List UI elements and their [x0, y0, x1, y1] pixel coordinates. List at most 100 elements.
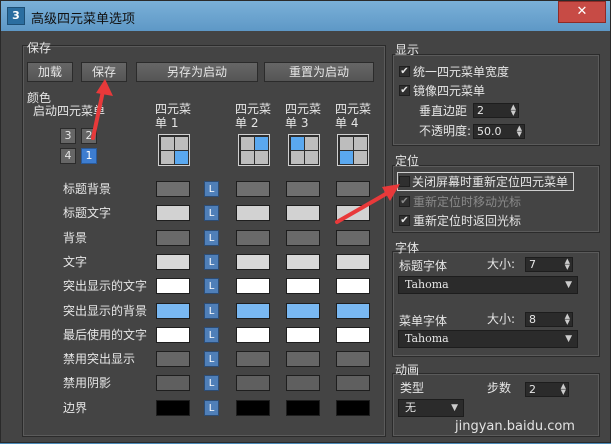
color-swatch-quad-3[interactable] [286, 351, 320, 368]
color-swatch-quad-1[interactable] [156, 399, 190, 416]
title-size-spinner[interactable]: 7 ▲ ▼ [525, 257, 573, 272]
title-bar[interactable]: 3 高级四元菜单选项 ✕ [1, 1, 610, 31]
color-swatch-quad-3[interactable] [286, 278, 320, 295]
quad-3-layout-icon [288, 134, 320, 166]
startup-quad-3-button[interactable]: 3 [60, 128, 76, 144]
color-swatch-quad-4[interactable] [336, 326, 370, 343]
link-colors-button[interactable]: L [204, 205, 219, 222]
color-swatch-quad-3[interactable] [286, 229, 320, 246]
mirror-label: 镜像四元菜单 [413, 84, 486, 98]
color-swatch-quad-1[interactable] [156, 205, 190, 222]
color-swatch-quad-1[interactable] [156, 278, 190, 295]
color-swatch-quad-2[interactable] [236, 229, 270, 246]
color-row-label: 标题文字 [63, 206, 112, 221]
color-swatch-quad-1[interactable] [156, 181, 190, 197]
reposition-move-cursor-checkbox[interactable]: ✔ [399, 196, 410, 207]
color-swatch-quad-1[interactable] [156, 253, 190, 270]
menu-size-label: 大小: [487, 312, 516, 326]
color-swatch-quad-1[interactable] [156, 351, 190, 368]
reposition-move-cursor-label: 重新定位时移动光标 [413, 195, 522, 209]
color-swatch-quad-3[interactable] [286, 205, 320, 222]
color-swatch-quad-4[interactable] [336, 399, 370, 416]
save-as-startup-button[interactable]: 另存为启动 [136, 62, 258, 82]
color-row-label: 突出显示的背景 [63, 303, 148, 318]
color-swatch-quad-3[interactable] [286, 181, 320, 197]
menu-font-label: 菜单字体 [399, 314, 448, 328]
color-swatch-quad-4[interactable] [336, 351, 370, 368]
color-row-label: 突出显示的文字 [63, 279, 148, 294]
color-swatch-quad-4[interactable] [336, 302, 370, 319]
color-swatch-quad-4[interactable] [336, 229, 370, 246]
animation-steps-spinner[interactable]: 2 ▲ ▼ [525, 382, 569, 397]
title-size-label: 大小: [487, 257, 516, 271]
reposition-return-cursor-label: 重新定位时返回光标 [413, 214, 522, 228]
opacity-spinner[interactable]: 50.0 ▲ ▼ [473, 124, 525, 139]
color-swatch-quad-2[interactable] [236, 351, 270, 368]
color-swatch-quad-2[interactable] [236, 326, 270, 343]
color-swatch-quad-1[interactable] [156, 229, 190, 246]
color-swatch-quad-4[interactable] [336, 253, 370, 270]
color-swatch-quad-1[interactable] [156, 302, 190, 319]
save-button[interactable]: 保存 [81, 62, 127, 82]
color-swatch-quad-1[interactable] [156, 375, 190, 392]
uniform-width-checkbox[interactable]: ✔ [399, 66, 410, 77]
link-colors-button[interactable]: L [204, 351, 219, 368]
color-swatch-quad-3[interactable] [286, 375, 320, 392]
color-swatch-quad-3[interactable] [286, 399, 320, 416]
startup-quad-1-button[interactable]: 1 [81, 148, 97, 164]
color-swatch-quad-2[interactable] [236, 181, 270, 197]
animation-type-dropdown[interactable]: 无 ▼ [398, 399, 464, 417]
menu-size-spinner[interactable]: 8 ▲ ▼ [525, 312, 573, 327]
close-button[interactable]: ✕ [558, 1, 606, 23]
column-header-quad-2: 四元菜单 2 [235, 102, 272, 130]
color-swatch-quad-4[interactable] [336, 375, 370, 392]
column-header-quad-3: 四元菜单 3 [285, 102, 322, 130]
link-colors-button[interactable]: L [204, 326, 219, 343]
app-icon: 3 [7, 7, 25, 25]
color-row-label: 文字 [63, 254, 88, 269]
startup-quad-2-button[interactable]: 2 [81, 128, 97, 144]
link-colors-button[interactable]: L [204, 229, 219, 246]
vertical-margin-label: 垂直边距 [419, 104, 468, 118]
color-swatch-quad-4[interactable] [336, 181, 370, 197]
color-row-label: 禁用突出显示 [63, 352, 136, 367]
title-font-dropdown[interactable]: Tahoma ▼ [398, 276, 578, 294]
opacity-label: 不透明度: [419, 124, 472, 138]
color-swatch-quad-2[interactable] [236, 302, 270, 319]
link-colors-button[interactable]: L [204, 181, 219, 197]
link-colors-button[interactable]: L [204, 278, 219, 295]
font-group-label: 字体 [395, 241, 420, 255]
vertical-margin-spinner[interactable]: 2 ▲ ▼ [473, 103, 519, 118]
mirror-checkbox[interactable]: ✔ [399, 85, 410, 96]
color-swatch-quad-4[interactable] [336, 205, 370, 222]
display-group-label: 显示 [395, 43, 420, 57]
link-colors-button[interactable]: L [204, 399, 219, 416]
color-swatch-quad-4[interactable] [336, 278, 370, 295]
color-swatch-quad-3[interactable] [286, 302, 320, 319]
startup-quad-4-button[interactable]: 4 [60, 148, 76, 164]
quad-4-layout-icon [337, 134, 369, 166]
color-row-label: 边界 [63, 400, 88, 415]
color-swatch-quad-2[interactable] [236, 399, 270, 416]
link-colors-button[interactable]: L [204, 375, 219, 392]
color-swatch-quad-1[interactable] [156, 326, 190, 343]
reposition-on-close-checkbox[interactable] [399, 176, 410, 187]
color-swatch-quad-2[interactable] [236, 278, 270, 295]
color-swatch-quad-2[interactable] [236, 205, 270, 222]
reposition-return-cursor-checkbox[interactable]: ✔ [399, 215, 410, 226]
color-swatch-quad-2[interactable] [236, 253, 270, 270]
uniform-width-label: 统一四元菜单宽度 [413, 65, 510, 79]
animation-type-label: 类型 [400, 381, 425, 395]
link-colors-button[interactable]: L [204, 302, 219, 319]
color-swatch-quad-2[interactable] [236, 375, 270, 392]
quad-2-layout-icon [238, 134, 270, 166]
color-swatch-quad-3[interactable] [286, 326, 320, 343]
position-group-label: 定位 [395, 154, 420, 168]
load-button[interactable]: 加载 [27, 62, 73, 82]
reset-to-startup-button[interactable]: 重置为启动 [264, 62, 374, 82]
color-swatch-quad-3[interactable] [286, 253, 320, 270]
link-colors-button[interactable]: L [204, 253, 219, 270]
menu-font-dropdown[interactable]: Tahoma ▼ [398, 330, 578, 348]
reposition-on-close-label: 关闭屏幕时重新定位四元菜单 [412, 175, 569, 189]
color-row-label: 背景 [63, 230, 88, 245]
